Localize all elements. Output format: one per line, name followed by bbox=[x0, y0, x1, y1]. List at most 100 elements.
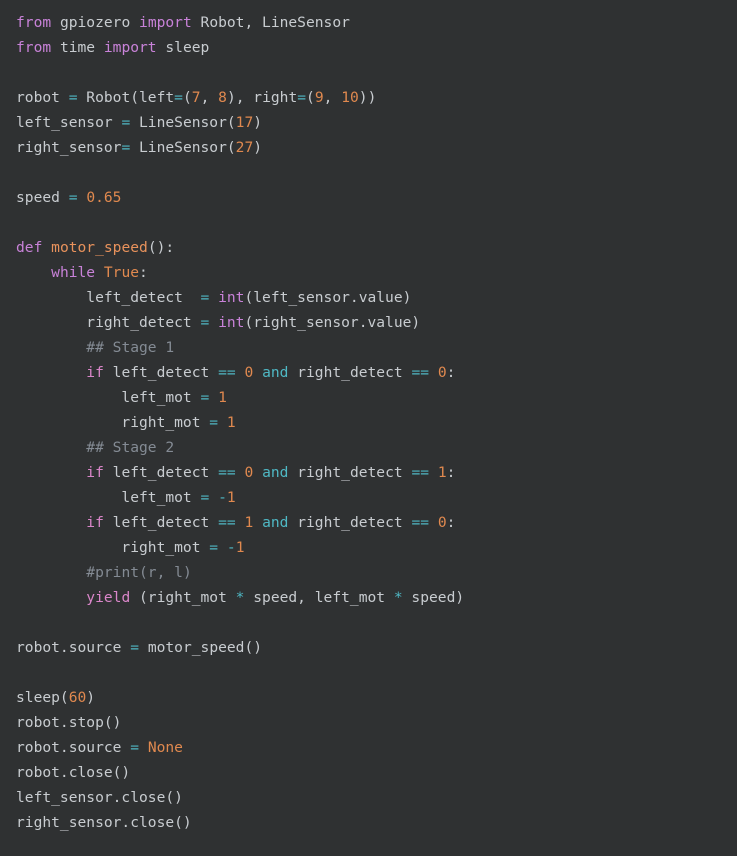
code-token-plain: gpiozero bbox=[51, 14, 140, 31]
code-token-plain: motor_speed() bbox=[139, 639, 263, 656]
code-token-op: and bbox=[262, 514, 289, 531]
code-token-plain: robot.stop() bbox=[16, 714, 122, 731]
code-token-num: 0.65 bbox=[86, 189, 122, 206]
code-token-plain: time bbox=[51, 39, 104, 56]
code-token-fn: motor_speed bbox=[51, 239, 148, 256]
code-token-plain: right_detect bbox=[16, 314, 201, 331]
code-token-plain: left_detect bbox=[103, 464, 219, 481]
code-token-num: 1 bbox=[244, 514, 254, 531]
code-token-plain: left_sensor bbox=[16, 114, 122, 131]
code-token-plain: ( bbox=[306, 89, 315, 106]
code-token-plain: right_detect bbox=[288, 464, 412, 481]
code-token-plain: ), right bbox=[226, 89, 298, 106]
code-token-op: * bbox=[393, 589, 403, 606]
code-token-plain: robot.close() bbox=[16, 764, 131, 781]
code-token-num: 10 bbox=[341, 89, 359, 106]
code-token-plain: right_mot bbox=[16, 414, 210, 431]
code-token-plain: speed bbox=[16, 189, 69, 206]
code-line: left_sensor = LineSensor(17) bbox=[16, 110, 737, 135]
code-token-num: 27 bbox=[235, 139, 254, 156]
code-token-plain: left_mot bbox=[16, 489, 201, 506]
code-token-num: 60 bbox=[68, 689, 87, 706]
code-line: right_sensor= LineSensor(27) bbox=[16, 135, 737, 160]
code-line: right_mot = 1 bbox=[16, 410, 737, 435]
code-token-plain: sleep bbox=[156, 39, 210, 56]
source-code-block[interactable]: from gpiozero import Robot, LineSensor fr… bbox=[0, 10, 737, 835]
code-token-plain: left_detect bbox=[103, 364, 219, 381]
code-token-plain: left_sensor.close() bbox=[16, 789, 183, 806]
code-token-op: == bbox=[411, 464, 430, 481]
code-line: right_sensor.close() bbox=[16, 810, 737, 835]
code-line: speed = 0.65 bbox=[16, 185, 737, 210]
code-token-plain: robot.source bbox=[16, 639, 131, 656]
code-token-plain: ) bbox=[253, 114, 263, 131]
code-token-num: 1 bbox=[235, 539, 245, 556]
code-token-op: - bbox=[226, 539, 236, 556]
code-token-kw: from bbox=[16, 14, 52, 31]
code-token-const: None bbox=[147, 739, 183, 756]
code-token-plain: speed, left_mot bbox=[244, 589, 394, 606]
code-token-op: = bbox=[68, 89, 78, 106]
code-token-op: == bbox=[218, 364, 236, 381]
code-token-op: - bbox=[218, 489, 227, 506]
code-token-op: and bbox=[262, 364, 289, 381]
code-token-op: = bbox=[68, 189, 78, 206]
code-token-op: == bbox=[411, 514, 430, 531]
code-token-op: == bbox=[218, 514, 236, 531]
code-token-cmt: ## Stage 2 bbox=[86, 439, 175, 456]
code-token-plain: (): bbox=[147, 239, 175, 256]
code-token-kw: from bbox=[16, 39, 52, 56]
code-token-op: == bbox=[411, 364, 430, 381]
code-token-plain: (right_sensor.value) bbox=[244, 314, 421, 331]
code-token-op: = bbox=[297, 89, 307, 106]
code-token-plain: sleep( bbox=[16, 689, 69, 706]
code-token-kw2: if bbox=[86, 464, 104, 481]
code-token-plain: )) bbox=[358, 89, 377, 106]
code-token-op: = bbox=[209, 414, 219, 431]
code-token-kw2: if bbox=[86, 364, 104, 381]
code-line: right_mot = -1 bbox=[16, 535, 737, 560]
code-token-cmt: ## Stage 1 bbox=[86, 339, 175, 356]
code-token-plain: ( bbox=[182, 89, 192, 106]
code-line: sleep(60) bbox=[16, 685, 737, 710]
code-token-plain: : bbox=[139, 264, 148, 281]
code-line: left_mot = -1 bbox=[16, 485, 737, 510]
code-token-kw: def bbox=[16, 239, 43, 256]
code-token-plain: robot.source bbox=[16, 739, 131, 756]
code-token-kw2: if bbox=[86, 514, 104, 531]
code-line: ## Stage 2 bbox=[16, 435, 737, 460]
code-line: left_mot = 1 bbox=[16, 385, 737, 410]
code-editor-pane[interactable]: from gpiozero import Robot, LineSensor fr… bbox=[0, 0, 737, 856]
code-token-kw: import bbox=[139, 14, 192, 31]
code-line: if left_detect == 0 and right_detect == … bbox=[16, 460, 737, 485]
code-token-op: = bbox=[200, 289, 210, 306]
code-token-kw2: yield bbox=[86, 589, 131, 606]
code-token-cmt: #print(r, l) bbox=[86, 564, 192, 581]
code-token-plain: , bbox=[323, 89, 342, 106]
code-token-num: 8 bbox=[218, 89, 227, 106]
code-token-op: = bbox=[209, 539, 219, 556]
code-token-op: = bbox=[200, 314, 210, 331]
code-token-plain: Robot(left bbox=[77, 89, 175, 106]
code-token-plain: LineSensor( bbox=[130, 139, 236, 156]
code-token-num: 1 bbox=[226, 489, 236, 506]
code-line: while True: bbox=[16, 260, 737, 285]
code-token-plain: right_detect bbox=[288, 514, 412, 531]
